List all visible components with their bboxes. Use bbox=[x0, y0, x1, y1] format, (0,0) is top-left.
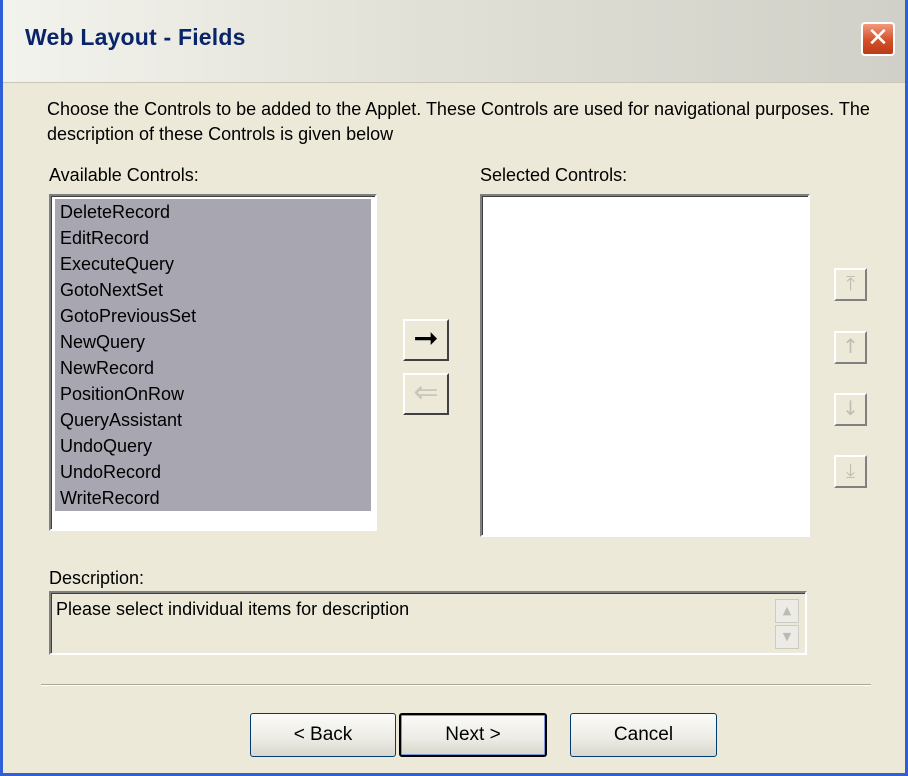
add-control-button[interactable]: ➞ bbox=[403, 319, 449, 361]
list-item-execute-query[interactable]: ExecuteQuery bbox=[55, 251, 371, 277]
next-button[interactable]: Next > bbox=[399, 713, 547, 757]
button-separator bbox=[41, 684, 871, 686]
scroll-down-icon: ▼ bbox=[782, 630, 792, 643]
title-bar[interactable]: Web Layout - Fields ✕ bbox=[3, 0, 905, 83]
description-text: Please select individual items for descr… bbox=[56, 599, 410, 619]
scroll-up-icon: ▲ bbox=[782, 604, 792, 617]
instructions-text: Choose the Controls to be added to the A… bbox=[47, 99, 870, 144]
scroll-up-button[interactable]: ▲ bbox=[775, 599, 799, 623]
arrow-up-icon: ↑ bbox=[842, 334, 859, 358]
remove-control-button[interactable]: ⇐ bbox=[403, 373, 449, 415]
list-item-new-record[interactable]: NewRecord bbox=[55, 355, 371, 381]
close-button[interactable]: ✕ bbox=[861, 22, 895, 56]
available-controls-label: Available Controls: bbox=[49, 165, 199, 185]
move-to-bottom-button[interactable]: ⤓ bbox=[834, 455, 867, 488]
move-up-button[interactable]: ↑ bbox=[834, 331, 867, 364]
list-item-position-on-row[interactable]: PositionOnRow bbox=[55, 381, 371, 407]
description-scrollbar[interactable]: ▲ ▼ bbox=[775, 595, 803, 651]
move-to-top-button[interactable]: ⤒ bbox=[834, 268, 867, 301]
close-icon: ✕ bbox=[867, 23, 889, 53]
available-controls-list[interactable]: DeleteRecord EditRecord ExecuteQuery Got… bbox=[49, 194, 377, 531]
scroll-down-button[interactable]: ▼ bbox=[775, 625, 799, 649]
list-item-edit-record[interactable]: EditRecord bbox=[55, 225, 371, 251]
description-label: Description: bbox=[49, 568, 145, 588]
arrow-to-top-icon: ⤒ bbox=[846, 271, 855, 295]
arrow-left-icon: ⇐ bbox=[413, 375, 439, 410]
list-item-query-assistant[interactable]: QueryAssistant bbox=[55, 407, 371, 433]
back-button[interactable]: < Back bbox=[250, 713, 396, 757]
description-box: Please select individual items for descr… bbox=[49, 591, 807, 655]
list-item-delete-record[interactable]: DeleteRecord bbox=[55, 199, 371, 225]
list-item-new-query[interactable]: NewQuery bbox=[55, 329, 371, 355]
list-item-goto-next-set[interactable]: GotoNextSet bbox=[55, 277, 371, 303]
dialog-window: Web Layout - Fields ✕ Choose the Control… bbox=[0, 0, 908, 776]
arrow-to-bottom-icon: ⤓ bbox=[846, 458, 855, 482]
list-item-undo-query[interactable]: UndoQuery bbox=[55, 433, 371, 459]
window-title: Web Layout - Fields bbox=[25, 24, 246, 50]
selected-controls-label: Selected Controls: bbox=[480, 165, 628, 185]
list-item-goto-previous-set[interactable]: GotoPreviousSet bbox=[55, 303, 371, 329]
arrow-right-icon: ➞ bbox=[413, 321, 439, 356]
list-item-undo-record[interactable]: UndoRecord bbox=[55, 459, 371, 485]
selected-controls-list[interactable] bbox=[480, 194, 810, 537]
move-down-button[interactable]: ↓ bbox=[834, 393, 867, 426]
dialog-client-area: Choose the Controls to be added to the A… bbox=[3, 83, 905, 773]
arrow-down-icon: ↓ bbox=[842, 396, 859, 420]
cancel-button[interactable]: Cancel bbox=[570, 713, 717, 757]
list-item-write-record[interactable]: WriteRecord bbox=[55, 485, 371, 511]
